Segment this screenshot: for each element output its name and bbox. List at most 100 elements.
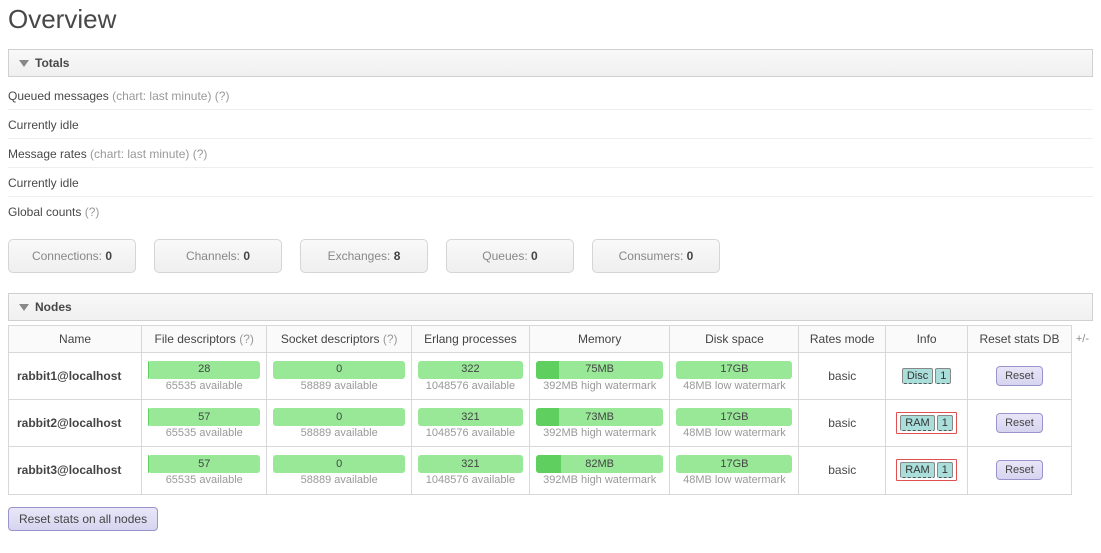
cell-fd-value: 57 xyxy=(198,411,210,424)
reset-button[interactable]: Reset xyxy=(996,366,1043,386)
cell-rates-mode: basic xyxy=(799,447,886,494)
col-name: Name xyxy=(9,326,142,353)
table-row: rabbit3@localhost5765535 available 0 58889… xyxy=(9,447,1072,494)
cell-fd-bar: 57 xyxy=(148,455,260,473)
col-rm: Rates mode xyxy=(799,326,886,353)
cell-mem-sub: 392MB high watermark xyxy=(536,380,664,393)
col-disk: Disk space xyxy=(670,326,799,353)
rates-chart-note: (chart: last minute) xyxy=(90,147,189,161)
cell-info: Disc1 xyxy=(886,353,968,400)
cell-sd: 0 58889 available xyxy=(267,353,412,400)
cell-sd-value: 0 xyxy=(336,458,342,471)
nodes-header[interactable]: Nodes xyxy=(8,293,1093,321)
node-name[interactable]: rabbit2@localhost xyxy=(9,400,142,447)
node-type-tag[interactable]: Disc xyxy=(902,368,933,384)
col-ep: Erlang processes xyxy=(412,326,530,353)
totals-header-label: Totals xyxy=(35,56,69,70)
cell-disk-bar: 17GB xyxy=(676,408,792,426)
cell-info: RAM1 xyxy=(886,400,968,447)
cell-disk-value: 17GB xyxy=(720,458,748,471)
cell-mem-bar: 73MB xyxy=(536,408,664,426)
rates-idle: Currently idle xyxy=(8,168,1093,197)
count-label: Consumers: xyxy=(619,249,684,263)
count-label: Connections: xyxy=(32,249,102,263)
col-sd-help[interactable]: (?) xyxy=(383,332,398,346)
node-stats-tag[interactable]: 1 xyxy=(937,462,953,478)
cell-mem-sub: 392MB high watermark xyxy=(536,427,664,440)
cell-sd-value: 0 xyxy=(336,363,342,376)
cell-mem: 82MB392MB high watermark xyxy=(529,447,670,494)
cell-sd-value: 0 xyxy=(336,411,342,424)
node-type-tag[interactable]: RAM xyxy=(900,415,934,431)
reset-button[interactable]: Reset xyxy=(996,413,1043,433)
table-plusminus[interactable]: +/- xyxy=(1072,325,1093,345)
reset-button[interactable]: Reset xyxy=(996,460,1043,480)
cell-disk-value: 17GB xyxy=(720,411,748,424)
queued-help[interactable]: (?) xyxy=(215,89,230,103)
cell-sd-bar: 0 xyxy=(273,408,405,426)
cell-reset: Reset xyxy=(968,353,1072,400)
node-name[interactable]: rabbit1@localhost xyxy=(9,353,142,400)
cell-mem-sub: 392MB high watermark xyxy=(536,474,664,487)
col-sd: Socket descriptors (?) xyxy=(267,326,412,353)
totals-section: Totals Queued messages (chart: last minu… xyxy=(8,49,1093,285)
count-pill[interactable]: Channels: 0 xyxy=(154,239,282,273)
node-stats-tag[interactable]: 1 xyxy=(935,368,951,384)
queued-label: Queued messages xyxy=(8,89,109,103)
cell-ep: 321 1048576 available xyxy=(412,400,530,447)
cell-ep-value: 321 xyxy=(461,458,479,471)
chevron-down-icon xyxy=(19,304,29,311)
rates-help[interactable]: (?) xyxy=(193,147,208,161)
count-pill[interactable]: Connections: 0 xyxy=(8,239,136,273)
cell-ep-bar: 321 xyxy=(418,408,523,426)
counts-row: Connections: 0Channels: 0Exchanges: 8Que… xyxy=(8,225,1093,279)
cell-disk-bar: 17GB xyxy=(676,455,792,473)
cell-ep-sub: 1048576 available xyxy=(418,427,523,440)
cell-rates-mode: basic xyxy=(799,400,886,447)
cell-fd-value: 28 xyxy=(198,363,210,376)
rates-label: Message rates xyxy=(8,147,87,161)
global-counts-label: Global counts xyxy=(8,205,81,219)
cell-ep-value: 321 xyxy=(461,411,479,424)
count-pill[interactable]: Consumers: 0 xyxy=(592,239,720,273)
totals-header[interactable]: Totals xyxy=(8,49,1093,77)
cell-sd-sub: 58889 available xyxy=(273,380,405,393)
nodes-header-label: Nodes xyxy=(35,300,72,314)
cell-disk-bar: 17GB xyxy=(676,361,792,379)
cell-disk: 17GB48MB low watermark xyxy=(670,400,799,447)
cell-mem-bar: 82MB xyxy=(536,455,664,473)
cell-fd: 5765535 available xyxy=(142,447,267,494)
cell-ep-sub: 1048576 available xyxy=(418,474,523,487)
cell-fd-sub: 65535 available xyxy=(148,380,260,393)
global-counts-help[interactable]: (?) xyxy=(85,205,100,219)
cell-fd-value: 57 xyxy=(198,458,210,471)
node-stats-tag[interactable]: 1 xyxy=(937,415,953,431)
cell-sd-sub: 58889 available xyxy=(273,474,405,487)
count-pill[interactable]: Queues: 0 xyxy=(446,239,574,273)
count-value: 8 xyxy=(394,249,401,263)
cell-mem-value: 75MB xyxy=(585,363,614,376)
cell-sd-bar: 0 xyxy=(273,455,405,473)
queued-chart-note: (chart: last minute) xyxy=(112,89,211,103)
queued-title-row: Queued messages (chart: last minute) (?) xyxy=(8,81,1093,110)
col-fd-help[interactable]: (?) xyxy=(239,332,254,346)
cell-ep-bar: 321 xyxy=(418,455,523,473)
chevron-down-icon xyxy=(19,60,29,67)
count-label: Queues: xyxy=(482,249,527,263)
col-info: Info xyxy=(886,326,968,353)
count-label: Channels: xyxy=(186,249,240,263)
nodes-table: Name File descriptors (?) Socket descrip… xyxy=(8,325,1072,495)
cell-fd: 28 65535 available xyxy=(142,353,267,400)
reset-all-button[interactable]: Reset stats on all nodes xyxy=(8,507,158,531)
table-row: rabbit2@localhost5765535 available058889… xyxy=(9,400,1072,447)
cell-mem-value: 73MB xyxy=(585,411,614,424)
count-value: 0 xyxy=(243,249,250,263)
col-fd: File descriptors (?) xyxy=(142,326,267,353)
node-name[interactable]: rabbit3@localhost xyxy=(9,447,142,494)
cell-disk-sub: 48MB low watermark xyxy=(676,474,792,487)
count-pill[interactable]: Exchanges: 8 xyxy=(300,239,428,273)
node-type-tag[interactable]: RAM xyxy=(900,462,934,478)
cell-ep-bar: 322 xyxy=(418,361,523,379)
cell-ep-value: 322 xyxy=(461,363,479,376)
cell-reset: Reset xyxy=(968,400,1072,447)
